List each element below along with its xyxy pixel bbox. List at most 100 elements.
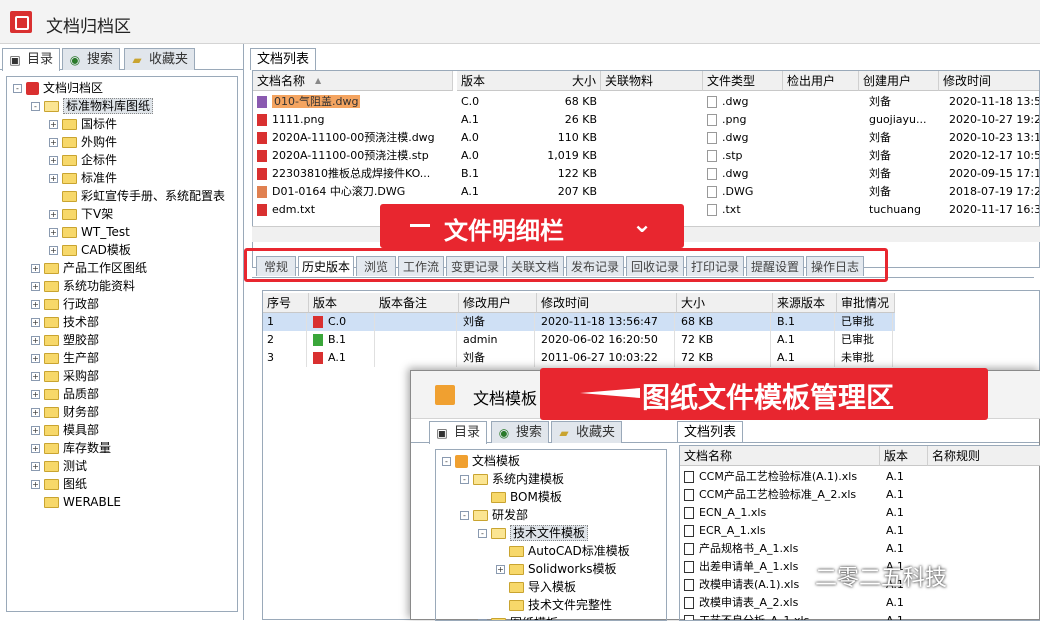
expand-toggle-icon[interactable]: +: [31, 480, 40, 489]
template-row[interactable]: ECR_A_1.xls A.1: [680, 522, 1040, 540]
detail-tab[interactable]: 操作日志: [806, 256, 864, 276]
tree-node[interactable]: + 产品工作区图纸: [31, 259, 147, 277]
tree-node[interactable]: + 生产部: [31, 349, 99, 367]
version-column-header[interactable]: 序号: [263, 293, 309, 313]
directory-tree[interactable]: - 文档归档区 - 标准物料库图纸 + 国标件 + 外购件 + 企标件 + 标准件 彩虹宣传手册、系统配…: [6, 76, 238, 612]
tree-node[interactable]: - 技术文件模板: [478, 524, 589, 542]
tree-node[interactable]: - 研发部: [460, 506, 528, 524]
tree-node[interactable]: + 下V架: [49, 205, 113, 223]
column-header[interactable]: 文件类型: [703, 71, 783, 91]
expand-toggle-icon[interactable]: +: [31, 282, 40, 291]
tree-node[interactable]: - 标准物料库图纸: [31, 97, 154, 115]
version-column-header[interactable]: 大小: [677, 293, 773, 313]
tree-node[interactable]: - 文档模板: [442, 452, 520, 470]
tree-node[interactable]: + 测试: [31, 457, 87, 475]
detail-tab[interactable]: 浏览: [356, 256, 396, 276]
template-row[interactable]: 产品规格书_A_1.xls A.1: [680, 540, 1040, 558]
expand-toggle-icon[interactable]: -: [442, 457, 451, 466]
expand-toggle-icon[interactable]: +: [49, 156, 58, 165]
template-column-header[interactable]: 版本: [880, 446, 928, 466]
detail-tab[interactable]: 发布记录: [566, 256, 624, 276]
expand-toggle-icon[interactable]: +: [49, 228, 58, 237]
detail-tab[interactable]: 打印记录: [686, 256, 744, 276]
tree-node[interactable]: + 库存数量: [31, 439, 111, 457]
version-column-header[interactable]: 版本: [309, 293, 377, 313]
tree-node[interactable]: + 品质部: [31, 385, 99, 403]
version-row[interactable]: 3 A.1 刘备 2011-06-27 10:03:22 72 KB A.1 未审批: [263, 349, 895, 367]
expand-toggle-icon[interactable]: +: [49, 120, 58, 129]
expand-toggle-icon[interactable]: -: [460, 475, 469, 484]
template-list-table[interactable]: 文档名称 版本 名称规则 CCM产品工艺检验标准(A.1).xls A.1 CCM产品工艺…: [679, 445, 1040, 621]
expand-toggle-icon[interactable]: -: [460, 511, 469, 520]
expand-toggle-icon[interactable]: +: [31, 426, 40, 435]
tree-node[interactable]: BOM模板: [478, 488, 562, 506]
template-tree[interactable]: - 文档模板 - 系统内建模板 BOM模板 - 研发部 - 技术文件模板 AutoCAD标准模板 +…: [435, 449, 667, 621]
tree-node[interactable]: + 图纸: [31, 475, 87, 493]
version-row[interactable]: 1 C.0 刘备 2020-11-18 13:56:47 68 KB B.1 已审批: [263, 313, 895, 331]
template-tab-favorites[interactable]: ▰ 收藏夹: [551, 421, 623, 443]
tree-node[interactable]: + 技术部: [31, 313, 99, 331]
expand-toggle-icon[interactable]: +: [31, 300, 40, 309]
column-header[interactable]: 检出用户: [783, 71, 859, 91]
expand-toggle-icon[interactable]: +: [31, 264, 40, 273]
tree-node[interactable]: + 财务部: [31, 403, 99, 421]
expand-toggle-icon[interactable]: +: [496, 565, 505, 574]
tree-node[interactable]: + 塑胶部: [31, 331, 99, 349]
tree-node[interactable]: + 系统功能资料: [31, 277, 135, 295]
template-row[interactable]: 改模申请表_A_2.xls A.1: [680, 594, 1040, 612]
expand-toggle-icon[interactable]: +: [31, 390, 40, 399]
table-row[interactable]: 010-气阻盖.dwg C.0 68 KB .dwg 刘备 2020-11-18 13:5…: [253, 93, 1039, 111]
table-row[interactable]: 2020A-11100-00预浇注模.dwg A.0 110 KB .dwg 刘备 202…: [253, 129, 1039, 147]
detail-tab[interactable]: 提醒设置: [746, 256, 804, 276]
tree-node[interactable]: 导入模板: [496, 578, 576, 596]
tree-node[interactable]: + 标准件: [49, 169, 117, 187]
tab-search[interactable]: ◉ 搜索: [62, 48, 121, 70]
expand-toggle-icon[interactable]: -: [13, 84, 22, 93]
column-header[interactable]: 大小: [545, 71, 601, 91]
template-tab-search[interactable]: ◉ 搜索: [491, 421, 550, 443]
expand-toggle-icon[interactable]: +: [49, 210, 58, 219]
column-header[interactable]: 修改时间: [939, 71, 1039, 91]
template-row[interactable]: CCM产品工艺检验标准(A.1).xls A.1: [680, 468, 1040, 486]
template-row[interactable]: CCM产品工艺检验标准_A_2.xls A.1: [680, 486, 1040, 504]
tree-node[interactable]: 技术文件完整性: [496, 596, 612, 614]
version-column-header[interactable]: 审批情况: [837, 293, 895, 313]
template-column-header[interactable]: 名称规则: [928, 446, 1040, 466]
table-row[interactable]: D01-0164 中心滚刀.DWG A.1 207 KB .DWG 刘备 2018-07-…: [253, 183, 1039, 201]
detail-tab[interactable]: 工作流: [398, 256, 444, 276]
expand-toggle-icon[interactable]: +: [31, 318, 40, 327]
tree-node[interactable]: + 采购部: [31, 367, 99, 385]
detail-tab[interactable]: 关联文档: [506, 256, 564, 276]
expand-toggle-icon[interactable]: -: [31, 102, 40, 111]
template-row[interactable]: ECN_A_1.xls A.1: [680, 504, 1040, 522]
tab-favorites[interactable]: ▰ 收藏夹: [124, 48, 196, 70]
detail-tab[interactable]: 常规: [256, 256, 296, 276]
expand-toggle-icon[interactable]: +: [31, 336, 40, 345]
tree-node[interactable]: AutoCAD标准模板: [496, 542, 630, 560]
version-column-header[interactable]: 修改用户: [459, 293, 537, 313]
table-row[interactable]: 22303810推板总成焊接件KO... B.1 122 KB .dwg 刘备 2020-…: [253, 165, 1039, 183]
tree-node[interactable]: + 外购件: [49, 133, 117, 151]
table-row[interactable]: 1111.png A.1 26 KB .png guojiayu... 2020-10-2…: [253, 111, 1039, 129]
version-column-header[interactable]: 修改时间: [537, 293, 677, 313]
version-row[interactable]: 2 B.1 admin 2020-06-02 16:20:50 72 KB A.1 已审批: [263, 331, 895, 349]
expand-toggle-icon[interactable]: -: [478, 529, 487, 538]
tree-node[interactable]: + 行政部: [31, 295, 99, 313]
expand-toggle-icon[interactable]: +: [49, 246, 58, 255]
tree-node[interactable]: + 国标件: [49, 115, 117, 133]
expand-toggle-icon[interactable]: +: [49, 138, 58, 147]
expand-toggle-icon[interactable]: +: [31, 444, 40, 453]
expand-toggle-icon[interactable]: +: [31, 408, 40, 417]
expand-toggle-icon[interactable]: +: [31, 462, 40, 471]
detail-tab[interactable]: 变更记录: [446, 256, 504, 276]
tab-directory[interactable]: ▣ 目录: [2, 48, 61, 71]
tree-node[interactable]: + WT_Test: [49, 223, 130, 241]
tree-node[interactable]: 彩虹宣传手册、系统配置表: [49, 187, 225, 205]
detail-tab[interactable]: 回收记录: [626, 256, 684, 276]
expand-toggle-icon[interactable]: +: [31, 354, 40, 363]
tree-node[interactable]: + CAD模板: [49, 241, 131, 259]
tree-node[interactable]: + Solidworks模板: [496, 560, 617, 578]
detail-tab[interactable]: 历史版本: [298, 256, 354, 276]
expand-toggle-icon[interactable]: +: [31, 372, 40, 381]
column-header[interactable]: 创建用户: [859, 71, 939, 91]
